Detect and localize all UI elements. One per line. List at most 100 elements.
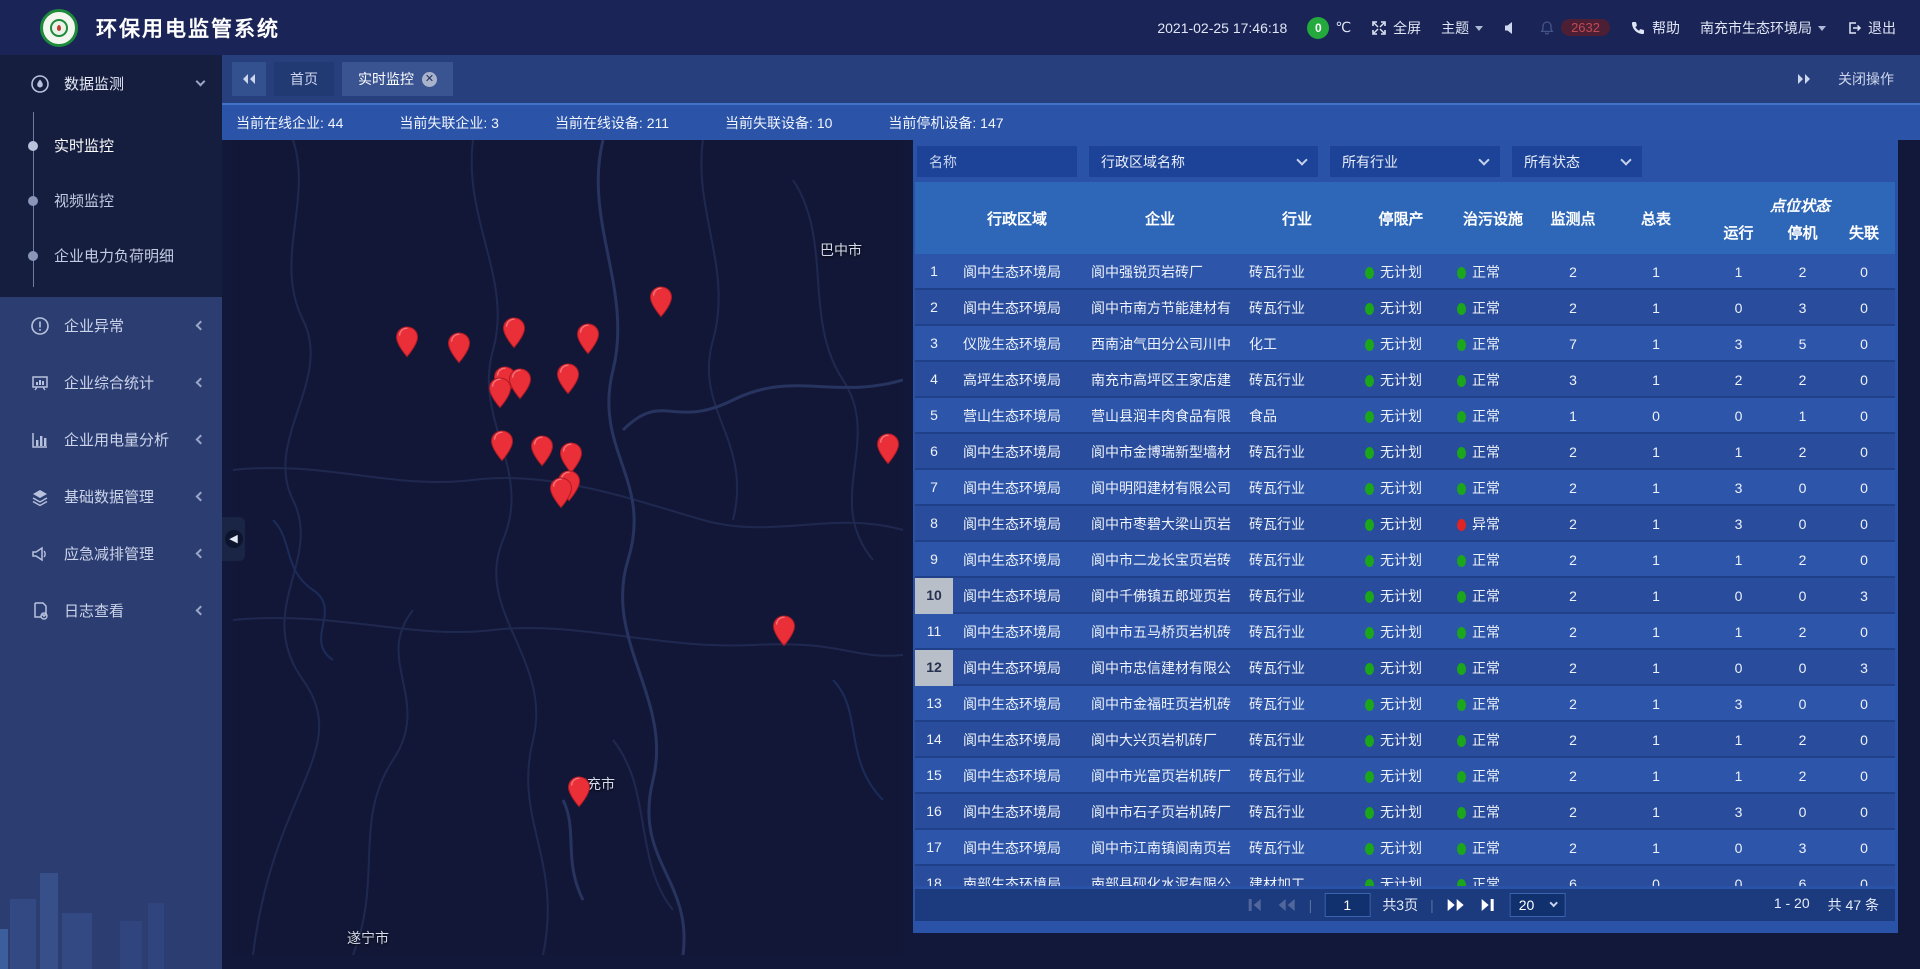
- sidebar-subitem-0[interactable]: 实时监控: [0, 118, 222, 173]
- city-label: 巴中市: [820, 240, 862, 260]
- notification-count-badge: 2632: [1561, 19, 1610, 36]
- volume-icon[interactable]: [1503, 20, 1519, 36]
- cell-company: 阆中市金福旺页岩机砖: [1081, 694, 1239, 714]
- map-pin-marker[interactable]: [530, 435, 554, 467]
- table-row[interactable]: 2阆中生态环境局阆中市南方节能建材有砖瓦行业无计划正常21030: [915, 290, 1895, 326]
- map-collapse-handle[interactable]: ◀: [222, 517, 245, 561]
- cell-treatment-status: 正常: [1447, 622, 1539, 642]
- sidebar-subitem-2[interactable]: 企业电力负荷明细: [0, 228, 222, 283]
- sidebar-item-2[interactable]: 企业综合统计: [0, 354, 222, 411]
- table-row[interactable]: 13阆中生态环境局阆中市金福旺页岩机砖砖瓦行业无计划正常21300: [915, 686, 1895, 722]
- table-row[interactable]: 10阆中生态环境局阆中千佛镇五郎垭页岩砖瓦行业无计划正常21003: [915, 578, 1895, 614]
- cell-total-meter: 1: [1607, 264, 1705, 280]
- sidebar: 数据监测实时监控视频监控企业电力负荷明细企业异常企业综合统计企业用电量分析基础数…: [0, 55, 222, 969]
- tab-0[interactable]: 首页: [274, 62, 334, 96]
- fullscreen-button[interactable]: 全屏: [1371, 18, 1421, 38]
- pager-divider: |: [1430, 897, 1434, 913]
- map-pin-marker[interactable]: [772, 615, 796, 647]
- status-filter-select[interactable]: 所有状态: [1512, 146, 1642, 177]
- table-row[interactable]: 17阆中生态环境局阆中市江南镇阆南页岩砖瓦行业无计划正常21030: [915, 830, 1895, 866]
- industry-filter-select[interactable]: 所有行业: [1330, 146, 1500, 177]
- sidebar-subitem-1[interactable]: 视频监控: [0, 173, 222, 228]
- sidebar-item-5[interactable]: 应急减排管理: [0, 525, 222, 582]
- cell-production-status: 无计划: [1355, 514, 1447, 534]
- row-index: 2: [915, 290, 953, 326]
- map-pin-marker[interactable]: [567, 776, 591, 808]
- table-row[interactable]: 6阆中生态环境局阆中市金博瑞新型墙材砖瓦行业无计划正常21120: [915, 434, 1895, 470]
- map-pin-marker[interactable]: [876, 433, 900, 465]
- cell-production-status: 无计划: [1355, 406, 1447, 426]
- first-page-button[interactable]: [1245, 897, 1265, 913]
- status-dot-icon: [1365, 267, 1374, 279]
- map-canvas[interactable]: 巴中市南充市遂宁市: [233, 140, 903, 955]
- status-dot-icon: [1457, 735, 1466, 747]
- table-row[interactable]: 18南部生态环境局南部县砚化水泥有限公建材加工无计划正常60060: [915, 866, 1895, 886]
- row-index: 6: [915, 434, 953, 470]
- content-area: 当前在线企业: 44当前失联企业: 3当前在线设备: 211当前失联设备: 10…: [222, 103, 1920, 969]
- cell-company: 阆中市二龙长宝页岩砖: [1081, 550, 1239, 570]
- cell-treatment-status: 正常: [1447, 478, 1539, 498]
- table-row[interactable]: 15阆中生态环境局阆中市光富页岩机砖厂砖瓦行业无计划正常21120: [915, 758, 1895, 794]
- table-row[interactable]: 14阆中生态环境局阆中大兴页岩机砖厂砖瓦行业无计划正常21120: [915, 722, 1895, 758]
- table-row[interactable]: 12阆中生态环境局阆中市忠信建材有限公砖瓦行业无计划正常21003: [915, 650, 1895, 686]
- table-row[interactable]: 9阆中生态环境局阆中市二龙长宝页岩砖砖瓦行业无计划正常21120: [915, 542, 1895, 578]
- map-pin-marker[interactable]: [549, 477, 573, 509]
- table-row[interactable]: 5营山生态环境局营山县润丰肉食品有限食品无计划正常10010: [915, 398, 1895, 434]
- last-page-button[interactable]: [1478, 897, 1498, 913]
- tab-1[interactable]: 实时监控✕: [342, 62, 453, 96]
- cell-treatment-status: 正常: [1447, 658, 1539, 678]
- map-pin-marker[interactable]: [490, 430, 514, 462]
- cell-stop-count: 0: [1772, 696, 1833, 712]
- name-filter-input[interactable]: [929, 154, 1065, 170]
- table-row[interactable]: 16阆中生态环境局阆中市石子页岩机砖厂砖瓦行业无计划正常21300: [915, 794, 1895, 830]
- cell-total-meter: 1: [1607, 516, 1705, 532]
- cell-industry: 建材加工: [1239, 874, 1355, 886]
- table-row[interactable]: 3仪陇生态环境局西南油气田分公司川中化工无计划正常71350: [915, 326, 1895, 362]
- map-pin-marker[interactable]: [649, 286, 673, 318]
- row-index: 1: [915, 254, 953, 290]
- map-pin-marker[interactable]: [508, 368, 532, 400]
- table-row[interactable]: 4高坪生态环境局南充市高坪区王家店建砖瓦行业无计划正常31220: [915, 362, 1895, 398]
- sidebar-item-4[interactable]: 基础数据管理: [0, 468, 222, 525]
- cell-industry: 食品: [1239, 406, 1355, 426]
- cell-industry: 砖瓦行业: [1239, 694, 1355, 714]
- cell-region: 南部生态环境局: [953, 874, 1081, 886]
- help-button[interactable]: 帮助: [1630, 18, 1680, 38]
- cell-company: 阆中大兴页岩机砖厂: [1081, 730, 1239, 750]
- map-pin-marker[interactable]: [556, 363, 580, 395]
- close-icon[interactable]: ✕: [422, 72, 437, 87]
- tabs-scroll-right-button[interactable]: [1796, 73, 1812, 85]
- status-dot-icon: [1457, 519, 1466, 531]
- org-dropdown[interactable]: 南充市生态环境局: [1700, 18, 1826, 38]
- cell-industry: 砖瓦行业: [1239, 658, 1355, 678]
- map-pin-marker[interactable]: [502, 317, 526, 349]
- cell-lost-count: 3: [1833, 660, 1895, 676]
- table-row[interactable]: 7阆中生态环境局阆中明阳建材有限公司砖瓦行业无计划正常21300: [915, 470, 1895, 506]
- cell-region: 阆中生态环境局: [953, 838, 1081, 858]
- map-pin-marker[interactable]: [395, 326, 419, 358]
- cell-monitor-count: 7: [1539, 336, 1607, 352]
- sidebar-item-0[interactable]: 数据监测: [0, 55, 222, 112]
- sidebar-item-3[interactable]: 企业用电量分析: [0, 411, 222, 468]
- table-row[interactable]: 1阆中生态环境局阆中强锐页岩砖厂砖瓦行业无计划正常21120: [915, 254, 1895, 290]
- notifications[interactable]: 2632: [1539, 19, 1610, 36]
- status-dot-icon: [1365, 879, 1374, 886]
- map-pin-marker[interactable]: [576, 323, 600, 355]
- region-filter-select[interactable]: 行政区域名称: [1089, 146, 1318, 177]
- map-pin-marker[interactable]: [447, 332, 471, 364]
- table-row[interactable]: 11阆中生态环境局阆中市五马桥页岩机砖砖瓦行业无计划正常21120: [915, 614, 1895, 650]
- close-actions-button[interactable]: 关闭操作: [1838, 69, 1894, 89]
- sidebar-item-6[interactable]: 日志查看: [0, 582, 222, 639]
- row-index: 17: [915, 830, 953, 866]
- tabs-scroll-left-button[interactable]: [232, 62, 266, 96]
- status-dot-icon: [1457, 447, 1466, 459]
- logout-button[interactable]: 退出: [1846, 18, 1896, 38]
- sidebar-item-1[interactable]: 企业异常: [0, 297, 222, 354]
- page-size-select[interactable]: 20: [1510, 893, 1566, 917]
- page-number-input[interactable]: [1324, 893, 1370, 917]
- table-body: 1阆中生态环境局阆中强锐页岩砖厂砖瓦行业无计划正常211202阆中生态环境局阆中…: [915, 254, 1895, 886]
- next-page-button[interactable]: [1446, 897, 1466, 913]
- table-row[interactable]: 8阆中生态环境局阆中市枣碧大梁山页岩砖瓦行业无计划异常21300: [915, 506, 1895, 542]
- prev-page-button[interactable]: [1277, 897, 1297, 913]
- theme-dropdown[interactable]: 主题: [1441, 18, 1483, 38]
